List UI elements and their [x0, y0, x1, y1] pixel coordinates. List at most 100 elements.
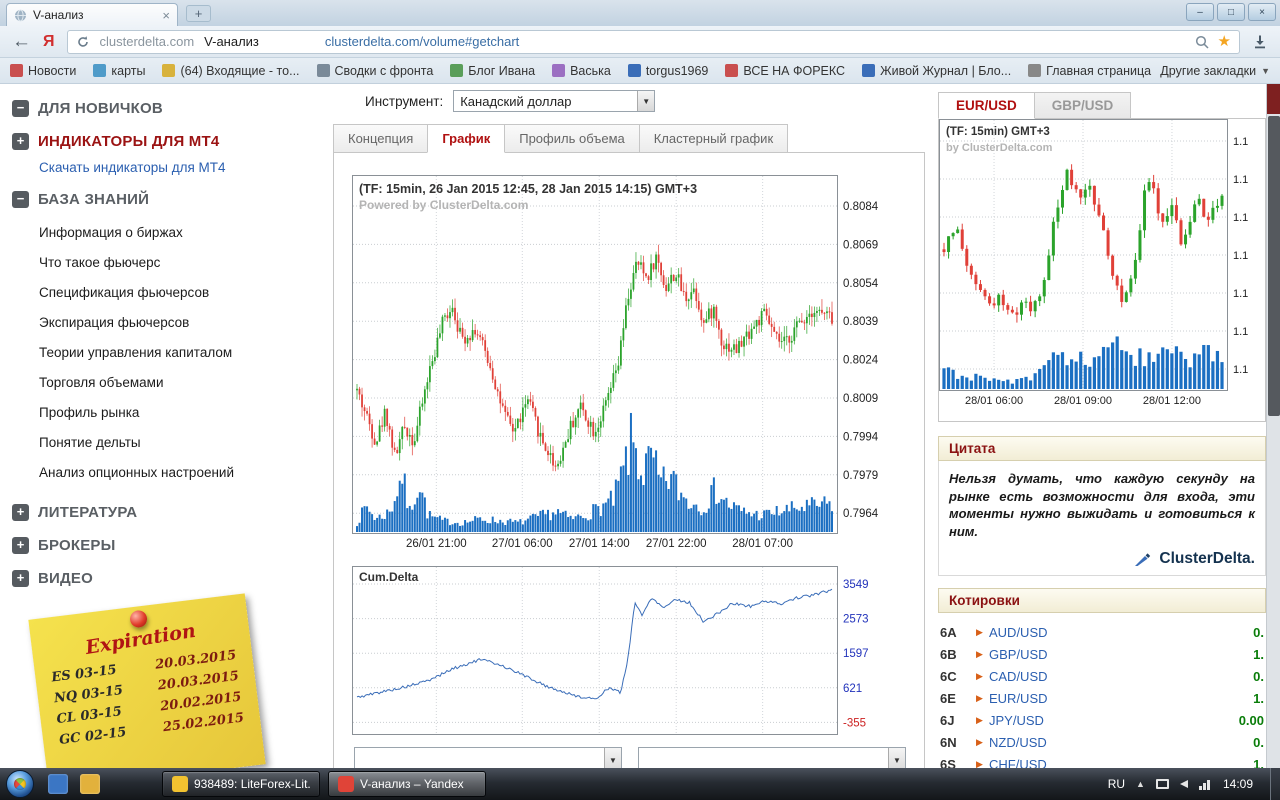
taskbar-task-button[interactable]: V-анализ – Yandex	[328, 771, 486, 797]
plus-icon[interactable]: +	[12, 504, 29, 521]
close-button[interactable]: ×	[1248, 3, 1276, 21]
svg-text:27/01 22:00: 27/01 22:00	[646, 538, 707, 550]
back-button-icon[interactable]: ←	[12, 32, 31, 51]
pair-value: 0.	[1253, 625, 1264, 640]
minus-icon[interactable]: −	[12, 191, 29, 208]
svg-text:0.8069: 0.8069	[843, 239, 878, 251]
sidebar-section[interactable]: +БРОКЕРЫ	[12, 537, 328, 554]
bookmark-label: torgus1969	[646, 64, 709, 78]
folder-icon[interactable]	[80, 774, 100, 794]
pair-tab-0[interactable]: EUR/USD	[938, 92, 1035, 119]
pair-link[interactable]: AUD/USD	[989, 625, 1048, 640]
pair-link[interactable]: CAD/USD	[989, 669, 1048, 684]
select-arrow-icon: ▼	[604, 748, 621, 768]
bookmark-item[interactable]: Сводки с фронта	[317, 64, 434, 78]
bookmark-item[interactable]: Блог Ивана	[450, 64, 535, 78]
browser-tab[interactable]: V-анализ ×	[6, 3, 178, 26]
plus-icon[interactable]: +	[12, 570, 29, 587]
sidebar-section[interactable]: +ЛИТЕРАТУРА	[12, 504, 328, 521]
pair-link[interactable]: NZD/USD	[989, 735, 1047, 750]
quote-row[interactable]: 6S▶CHF/USD1.	[938, 753, 1266, 768]
tab-close-icon[interactable]: ×	[162, 8, 170, 23]
sidebar-item[interactable]: Профиль рынка	[39, 398, 328, 428]
chart-panel: 0.80840.80690.80540.80390.80240.80090.79…	[333, 152, 925, 768]
hidden-icons-arrow-icon[interactable]: ▲	[1136, 779, 1145, 789]
sidebar-item[interactable]: Что такое фьючерс	[39, 248, 328, 278]
bookmark-item[interactable]: (64) Входящие - то...	[162, 64, 299, 78]
show-desktop-button[interactable]	[1270, 768, 1280, 800]
sidebar-section[interactable]: +ИНДИКАТОРЫ ДЛЯ MT4	[12, 133, 328, 150]
bookmarks-list: Новости карты (64) Входящие - то... Сводки …	[10, 64, 1152, 78]
quote-row[interactable]: 6J▶JPY/USD0.00	[938, 709, 1266, 731]
bookmark-item[interactable]: Васька	[552, 64, 611, 78]
pair-link[interactable]: GBP/USD	[989, 647, 1048, 662]
minus-icon[interactable]: −	[12, 100, 29, 117]
volume-icon[interactable]	[1180, 780, 1188, 788]
svg-text:0.7964: 0.7964	[843, 508, 879, 520]
language-indicator[interactable]: RU	[1108, 777, 1125, 791]
sidebar-section[interactable]: −ДЛЯ НОВИЧКОВ	[12, 100, 328, 117]
tab-3[interactable]: Кластерный график	[639, 124, 788, 153]
pair-link[interactable]: EUR/USD	[989, 691, 1048, 706]
bookmark-item[interactable]: Новости	[10, 64, 76, 78]
bookmark-item[interactable]: ВСЕ НА ФОРЕКС	[725, 64, 845, 78]
reload-icon[interactable]	[76, 35, 90, 49]
pair-value: 1.	[1253, 647, 1264, 662]
quote-row[interactable]: 6A▶AUD/USD0.	[938, 621, 1266, 643]
svg-text:28/01 09:00: 28/01 09:00	[1054, 395, 1112, 407]
chart-option-select-left[interactable]: ▼	[354, 747, 622, 768]
display-icon[interactable]	[1156, 779, 1169, 789]
sidebar-item[interactable]: Теории управления капиталом	[39, 338, 328, 368]
sidebar-item[interactable]: Понятие дельты	[39, 428, 328, 458]
tab-2[interactable]: Профиль объема	[504, 124, 640, 153]
taskbar-task-button[interactable]: 938489: LiteForex-Lit...	[162, 771, 320, 797]
bookmark-item[interactable]: torgus1969	[628, 64, 709, 78]
downloads-icon[interactable]	[1252, 34, 1268, 50]
bookmark-item[interactable]: Живой Журнал | Бло...	[862, 64, 1011, 78]
plus-icon[interactable]: +	[12, 133, 29, 150]
bookmark-star-icon[interactable]: ★	[1218, 34, 1231, 49]
plus-icon[interactable]: +	[12, 537, 29, 554]
sidebar-item[interactable]: Торговля объемами	[39, 368, 328, 398]
sidebar-item[interactable]: Экспирация фьючерсов	[39, 308, 328, 338]
scrollbar-top-block[interactable]	[1267, 84, 1280, 114]
mini-chart-box: 1.11.11.11.11.11.11.128/01 06:0028/01 09…	[938, 118, 1266, 422]
minimize-button[interactable]: –	[1186, 3, 1214, 21]
pair-tab-1[interactable]: GBP/USD	[1034, 92, 1132, 119]
sidebar-item[interactable]: Анализ опционных настроений	[39, 458, 328, 488]
yandex-logo-icon[interactable]: Я	[43, 33, 55, 51]
pair-link[interactable]: CHF/USD	[989, 757, 1047, 768]
page-url: clusterdelta.com/volume#getchart	[325, 34, 519, 49]
quote-row[interactable]: 6B▶GBP/USD1.	[938, 643, 1266, 665]
sidebar-item[interactable]: Информация о биржах	[39, 218, 328, 248]
quote-row[interactable]: 6E▶EUR/USD1.	[938, 687, 1266, 709]
search-icon[interactable]	[1195, 35, 1209, 49]
svg-text:(TF: 15min, 26 Jan 2015 12:45,: (TF: 15min, 26 Jan 2015 12:45, 28 Jan 20…	[359, 182, 697, 196]
new-tab-button[interactable]: +	[186, 5, 211, 22]
page-scrollbar[interactable]	[1266, 84, 1280, 768]
sidebar-link[interactable]: Скачать индикаторы для MT4	[39, 160, 328, 175]
tab-active-1[interactable]: График	[427, 124, 505, 153]
bookmark-item[interactable]: Главная страница: G...	[1028, 64, 1152, 78]
chart-option-select-right[interactable]: ▼	[638, 747, 906, 768]
other-bookmarks-button[interactable]: Другие закладки ▼	[1160, 64, 1270, 78]
browser-icon[interactable]	[48, 774, 68, 794]
quote-row[interactable]: 6C▶CAD/USD0.	[938, 665, 1266, 687]
start-button[interactable]	[6, 770, 34, 798]
sidebar-item[interactable]: Спецификация фьючерсов	[39, 278, 328, 308]
contract-code: 6B	[940, 647, 976, 662]
network-icon[interactable]	[1199, 779, 1210, 790]
svg-text:1.1: 1.1	[1233, 174, 1248, 186]
tab-0[interactable]: Концепция	[333, 124, 428, 153]
instrument-select[interactable]: Канадский доллар ▼	[453, 90, 655, 112]
maximize-button[interactable]: □	[1217, 3, 1245, 21]
address-field[interactable]: clusterdelta.com V-анализ clusterdelta.c…	[67, 30, 1241, 54]
pair-link[interactable]: JPY/USD	[989, 713, 1044, 728]
sidebar-section[interactable]: +ВИДЕО	[12, 570, 328, 587]
pair-value: 0.	[1253, 735, 1264, 750]
bookmark-item[interactable]: карты	[93, 64, 145, 78]
sidebar-section[interactable]: −БАЗА ЗНАНИЙ	[12, 191, 328, 208]
scrollbar-thumb[interactable]	[1268, 116, 1280, 416]
quote-row[interactable]: 6N▶NZD/USD0.	[938, 731, 1266, 753]
clock[interactable]: 14:09	[1223, 777, 1253, 791]
